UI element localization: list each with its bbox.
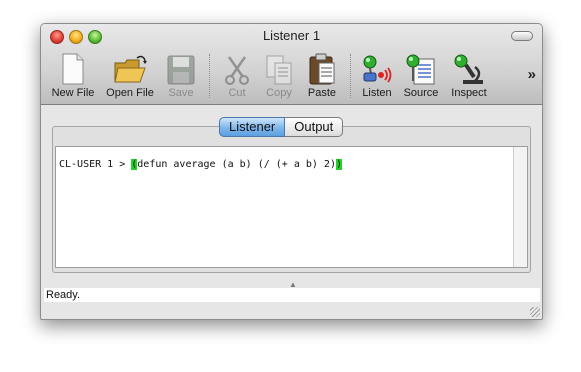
save-button[interactable]: Save bbox=[163, 51, 199, 101]
resize-grip-icon[interactable] bbox=[530, 307, 540, 317]
open-file-button[interactable]: Open File bbox=[103, 51, 157, 101]
code-text: defun average (a b) (/ (+ a b) 2) bbox=[137, 159, 336, 170]
new-file-button[interactable]: New File bbox=[49, 51, 97, 101]
window-title: Listener 1 bbox=[262, 28, 321, 43]
matched-close-paren: ) bbox=[335, 159, 342, 170]
view-tab-bar: Listener Output bbox=[219, 117, 344, 137]
editor-vertical-scrollbar[interactable] bbox=[513, 147, 527, 267]
new-file-label: New File bbox=[51, 87, 95, 99]
paste-button[interactable]: Paste bbox=[303, 51, 341, 101]
source-icon bbox=[406, 54, 435, 85]
listener-code-line: CL-USER 1 > (defun average (a b) (/ (+ a… bbox=[59, 159, 342, 170]
tab-listener[interactable]: Listener bbox=[219, 117, 286, 137]
copy-label: Copy bbox=[266, 87, 292, 99]
new-file-icon bbox=[62, 53, 84, 85]
copy-button[interactable]: Copy bbox=[261, 51, 297, 101]
source-label: Source bbox=[403, 87, 439, 99]
paste-label: Paste bbox=[307, 87, 337, 99]
status-bar: Ready. bbox=[44, 288, 540, 302]
toolbar-separator bbox=[209, 54, 210, 98]
save-label: Save bbox=[168, 87, 194, 99]
toolbar-toggle-button[interactable] bbox=[511, 31, 533, 41]
source-button[interactable]: Source bbox=[401, 51, 441, 101]
cut-label: Cut bbox=[228, 87, 246, 99]
scissors-icon bbox=[225, 56, 249, 85]
inspect-label: Inspect bbox=[451, 87, 487, 99]
toolbar-overflow-chevron-icon[interactable]: » bbox=[528, 66, 536, 83]
listener-editor[interactable]: CL-USER 1 > (defun average (a b) (/ (+ a… bbox=[55, 146, 528, 268]
toolbar-separator bbox=[350, 54, 351, 98]
copy-icon bbox=[266, 55, 292, 85]
microscope-icon bbox=[454, 54, 483, 84]
listener-window: Listener 1 New File Open File Save Cut C… bbox=[40, 23, 543, 320]
listener-icon bbox=[363, 55, 392, 83]
save-disk-icon bbox=[167, 55, 195, 85]
listen-button[interactable]: Listen bbox=[357, 51, 397, 101]
open-file-label: Open File bbox=[106, 87, 154, 99]
cut-button[interactable]: Cut bbox=[219, 51, 255, 101]
listen-label: Listen bbox=[362, 87, 392, 99]
tab-output[interactable]: Output bbox=[285, 117, 344, 137]
open-folder-icon bbox=[114, 55, 147, 83]
clipboard-icon bbox=[309, 53, 335, 85]
repl-prompt: CL-USER 1 > bbox=[59, 159, 132, 170]
inspect-button[interactable]: Inspect bbox=[447, 51, 491, 101]
title-bar: Listener 1 New File Open File Save Cut C… bbox=[41, 24, 542, 105]
